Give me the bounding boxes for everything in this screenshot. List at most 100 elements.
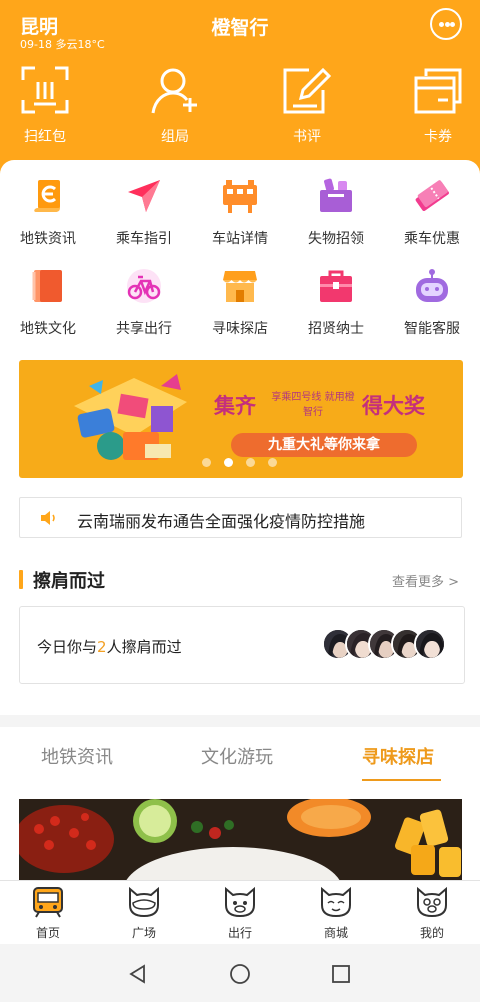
more-dot-icon [450,22,455,27]
notice-text: 云南瑞丽发布通告全面强化疫情防控措施 [77,512,366,531]
more-dot-icon [444,22,450,27]
scan-icon [21,66,69,114]
service-label: 乘车优惠 [404,231,460,247]
nav-home[interactable]: 首页 [0,881,96,945]
active-tab-indicator [362,779,441,781]
service-ride-discount[interactable]: 乘车优惠 [384,178,480,258]
quick-coupon[interactable]: 卡券 [393,66,480,146]
service-label: 共享出行 [116,321,172,337]
banner-illustration-icon [74,374,187,460]
nav-mall[interactable]: 商城 [288,881,384,945]
service-label: 乘车指引 [116,231,172,247]
nav-profile[interactable]: 我的 [384,881,480,945]
service-metro-culture[interactable]: 地铁文化 [0,268,96,348]
service-station-detail[interactable]: 车站详情 [192,178,288,258]
banner-subtext: 享乘四号线 就用橙智行 [271,392,355,418]
encounter-text: 今日你与2人擦肩而过 [37,636,182,657]
service-lost-found[interactable]: 失物招领 [288,178,384,258]
navigation-arrow-icon [128,180,160,212]
service-recruitment[interactable]: 招贤纳士 [288,268,384,348]
tab-culture-travel[interactable]: 文化游玩 [201,743,273,769]
quick-review[interactable]: 书评 [262,66,352,146]
metro-news-icon [34,180,60,212]
notice-bar[interactable]: 云南瑞丽发布通告全面强化疫情防控措施 [19,497,462,538]
back-icon[interactable] [128,964,148,984]
speaker-icon [41,511,55,525]
banner-word2: 得大奖 [362,394,425,418]
profile-mascot-icon [417,886,447,918]
add-user-icon [151,68,197,114]
nav-label: 出行 [227,926,252,940]
view-more-label: 查看更多 [392,575,445,590]
carousel-dot[interactable] [246,458,255,467]
tab-food-explore[interactable]: 寻味探店 [362,743,434,769]
view-more-link[interactable]: 查看更多 > [392,571,459,590]
avatar [414,628,446,660]
encounter-text-after: 人擦肩而过 [106,638,182,656]
service-label: 寻味探店 [212,321,268,337]
book-icon [32,270,62,302]
quick-label: 书评 [293,129,321,145]
robot-icon [416,269,448,302]
header: 昆明 09-18 多云18°C 橙智行 扫红包 组局 书评 卡券 [0,0,480,175]
quick-label: 扫红包 [24,129,66,145]
tab-metro-news[interactable]: 地铁资讯 [41,743,113,769]
service-label: 失物招领 [308,231,364,247]
ticket-icon [415,180,449,211]
carousel-dot[interactable] [268,458,277,467]
quick-scan[interactable]: 扫红包 [0,66,90,146]
square-mascot-icon [129,886,159,918]
service-ride-guide[interactable]: 乘车指引 [96,178,192,258]
encounter-text-before: 今日你与 [37,638,98,656]
recent-apps-icon[interactable] [331,964,351,984]
app-screen: 昆明 09-18 多云18°C 橙智行 扫红包 组局 书评 卡券 地铁资讯 乘车… [0,0,480,1002]
quick-label: 卡券 [424,129,452,145]
quick-label: 组局 [161,129,189,145]
section-title: 擦肩而过 [33,571,105,592]
lost-found-icon [320,178,352,212]
food-photo-icon [19,799,462,881]
bottom-navigation: 首页 广场 出行 商城 我的 [0,880,480,944]
nav-label: 我的 [419,926,444,940]
system-nav-bar [0,944,480,1002]
quick-group[interactable]: 组局 [130,66,220,146]
encounter-count: 2 [97,638,107,656]
service-food-explore[interactable]: 寻味探店 [192,268,288,348]
service-label: 招贤纳士 [308,321,364,337]
carousel-dot-active[interactable] [224,458,233,467]
nav-label: 首页 [35,926,60,940]
service-label: 智能客服 [404,321,460,337]
more-dot-icon [439,22,444,27]
home-circle-icon[interactable] [229,963,251,985]
app-title: 橙智行 [211,17,269,39]
briefcase-icon [320,270,352,302]
travel-mascot-icon [225,886,255,918]
more-button[interactable] [430,8,462,40]
service-metro-news[interactable]: 地铁资讯 [0,178,96,258]
station-icon [223,180,257,213]
banner-word1: 集齐 [214,394,256,418]
service-smart-support[interactable]: 智能客服 [384,268,480,348]
mall-mascot-icon [321,886,351,918]
encounter-card[interactable]: 今日你与2人擦肩而过 [19,606,465,684]
edit-icon [283,67,331,114]
service-label: 地铁资讯 [20,231,76,247]
article-image[interactable] [19,799,462,881]
carousel-dot[interactable] [202,458,211,467]
service-label: 地铁文化 [20,321,76,337]
train-icon [33,887,63,918]
card-icon [414,68,462,114]
service-label: 车站详情 [212,231,268,247]
service-shared-ride[interactable]: 共享出行 [96,268,192,348]
banner-slogan: 九重大礼等你来拿 [231,433,417,457]
shop-icon [223,271,257,302]
promo-banner[interactable]: 集齐 享乘四号线 就用橙智行 得大奖 九重大礼等你来拿 [19,360,463,478]
chevron-right-icon: > [448,575,460,590]
section-accent-bar [19,570,23,589]
nav-label: 广场 [131,926,156,940]
bicycle-icon [127,269,161,303]
nav-label: 商城 [323,926,348,940]
nav-square[interactable]: 广场 [96,881,192,945]
avatar-face-icon [416,630,444,658]
nav-travel[interactable]: 出行 [192,881,288,945]
